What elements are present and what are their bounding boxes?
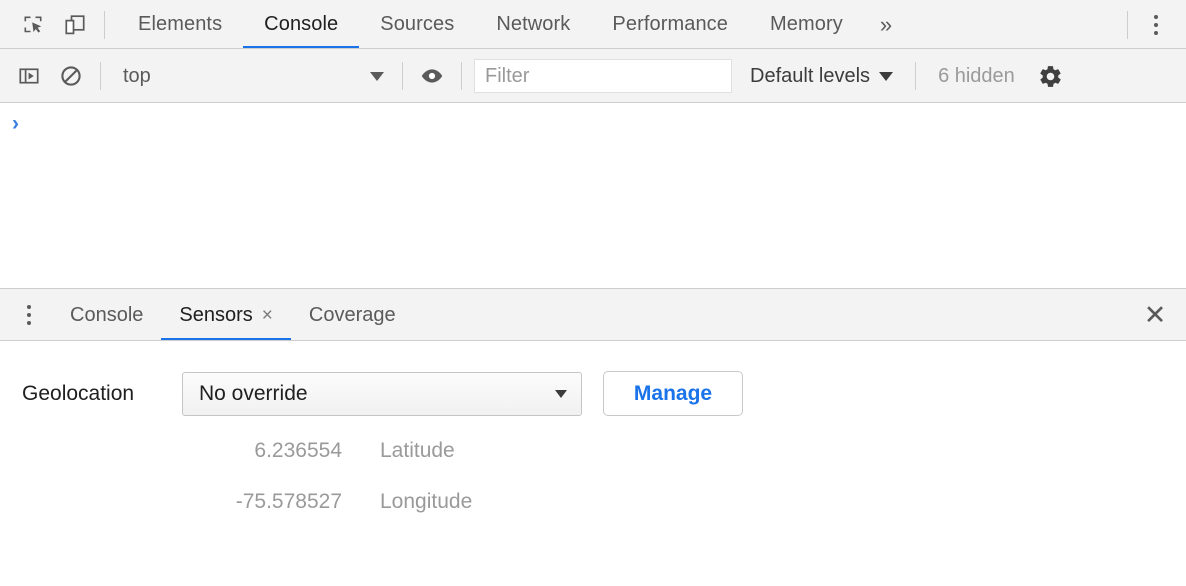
- hidden-messages-count: 6 hidden: [924, 65, 1029, 88]
- filter-input[interactable]: [485, 65, 721, 88]
- drawer-tabbar-spacer: [414, 289, 1124, 341]
- drawer-tab-console-label: Console: [70, 304, 143, 327]
- console-toolbar-divider-2: [402, 62, 403, 90]
- chevron-down-icon: [555, 390, 567, 398]
- tab-sources[interactable]: Sources: [359, 0, 475, 49]
- console-prompt-row[interactable]: ›: [0, 103, 1186, 137]
- clear-console-icon[interactable]: [50, 56, 92, 96]
- toolbar-divider: [104, 11, 105, 39]
- console-message-area[interactable]: ›: [0, 103, 1186, 288]
- chevron-down-icon: [879, 72, 893, 81]
- tab-network[interactable]: Network: [475, 0, 591, 49]
- geolocation-row: Geolocation No override Manage: [0, 371, 1186, 416]
- chevron-down-icon: [370, 72, 384, 81]
- tab-console-label: Console: [264, 13, 338, 36]
- tab-performance-label: Performance: [612, 13, 728, 36]
- javascript-context-selector[interactable]: top: [109, 56, 394, 96]
- console-toolbar-divider-3: [461, 62, 462, 90]
- geolocation-override-select[interactable]: No override: [182, 372, 582, 416]
- more-options-kebab-icon[interactable]: [1136, 5, 1176, 45]
- manage-locations-button[interactable]: Manage: [603, 371, 743, 416]
- tab-sources-label: Sources: [380, 13, 454, 36]
- javascript-context-value: top: [123, 65, 370, 88]
- drawer: Console Sensors × Coverage ✕ Geolocation…: [0, 288, 1186, 586]
- devtools-window: Elements Console Sources Network Perform…: [0, 0, 1186, 586]
- inspect-icon-group: [0, 0, 117, 49]
- live-expression-eye-icon[interactable]: [411, 56, 453, 96]
- log-levels-selector[interactable]: Default levels: [732, 56, 907, 96]
- drawer-tab-sensors-label: Sensors: [179, 304, 252, 327]
- main-tabbar-right: [1119, 0, 1186, 49]
- drawer-tab-console[interactable]: Console: [52, 289, 161, 341]
- console-sidebar-icon[interactable]: [8, 56, 50, 96]
- tab-memory[interactable]: Memory: [749, 0, 864, 49]
- tab-network-label: Network: [496, 13, 570, 36]
- tab-elements[interactable]: Elements: [117, 0, 243, 49]
- tab-memory-label: Memory: [770, 13, 843, 36]
- tab-console[interactable]: Console: [243, 0, 359, 49]
- close-drawer-icon[interactable]: ✕: [1124, 289, 1186, 341]
- log-levels-label: Default levels: [750, 65, 870, 88]
- longitude-label: Longitude: [380, 490, 472, 514]
- gear-icon[interactable]: [1029, 56, 1073, 96]
- console-toolbar: top Default levels 6 hidden: [0, 49, 1186, 103]
- tab-elements-label: Elements: [138, 13, 222, 36]
- drawer-tab-coverage-label: Coverage: [309, 304, 396, 327]
- geolocation-override-value: No override: [199, 382, 555, 406]
- main-tab-bar: Elements Console Sources Network Perform…: [0, 0, 1186, 49]
- latitude-row: 6.236554 Latitude: [0, 439, 1186, 463]
- prompt-chevron-icon: ›: [12, 113, 19, 134]
- main-tabs: Elements Console Sources Network Perform…: [117, 0, 1119, 49]
- drawer-tab-coverage[interactable]: Coverage: [291, 289, 414, 341]
- console-toolbar-divider-1: [100, 62, 101, 90]
- main-right-divider: [1127, 11, 1128, 39]
- geolocation-label: Geolocation: [22, 382, 182, 406]
- sensors-panel: Geolocation No override Manage 6.236554 …: [0, 341, 1186, 586]
- console-prompt-input[interactable]: [19, 113, 1186, 137]
- drawer-more-options-icon[interactable]: [6, 289, 52, 341]
- filter-input-box[interactable]: [474, 59, 732, 93]
- more-tabs-icon[interactable]: »: [864, 0, 908, 49]
- device-toolbar-icon[interactable]: [54, 5, 96, 45]
- longitude-input[interactable]: -75.578527: [182, 490, 342, 514]
- inspect-element-icon[interactable]: [12, 5, 54, 45]
- close-sensors-tab-icon[interactable]: ×: [262, 306, 273, 325]
- more-tabs-label: »: [880, 12, 892, 38]
- latitude-input[interactable]: 6.236554: [182, 439, 342, 463]
- drawer-tab-bar: Console Sensors × Coverage ✕: [0, 289, 1186, 341]
- latitude-label: Latitude: [380, 439, 455, 463]
- longitude-row: -75.578527 Longitude: [0, 490, 1186, 514]
- tab-performance[interactable]: Performance: [591, 0, 749, 49]
- drawer-tab-sensors[interactable]: Sensors ×: [161, 289, 290, 341]
- console-toolbar-divider-4: [915, 62, 916, 90]
